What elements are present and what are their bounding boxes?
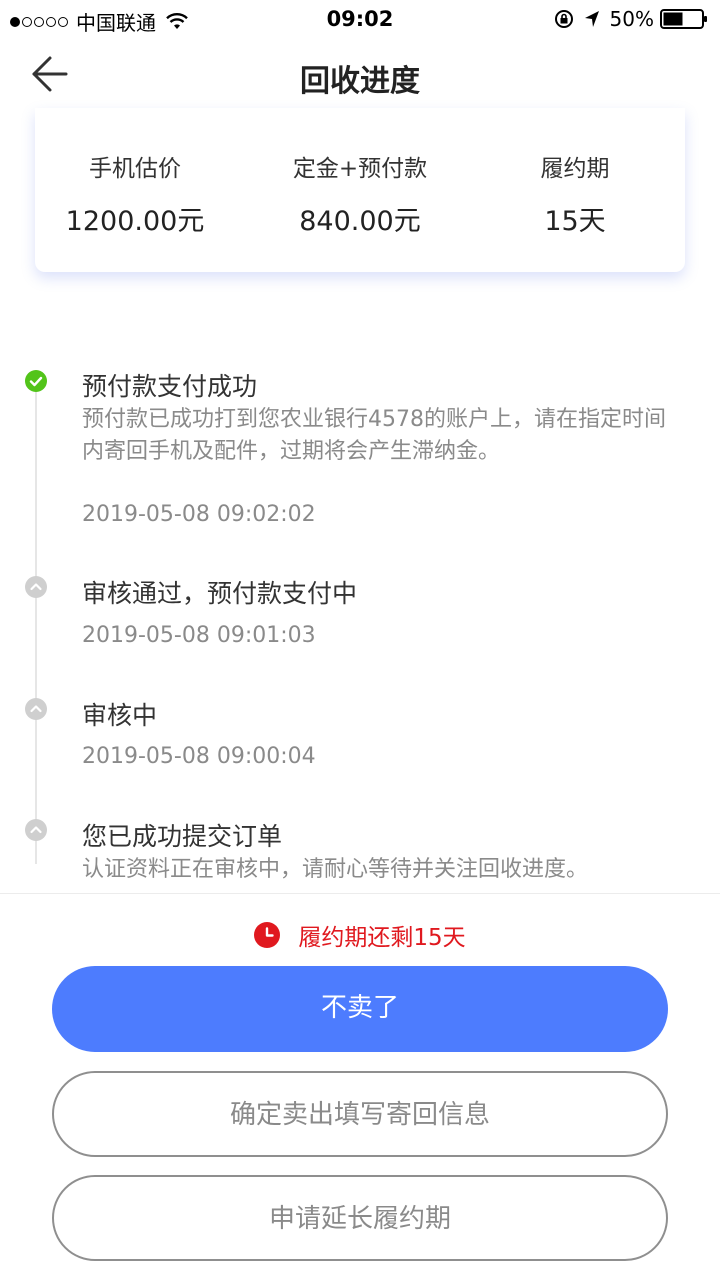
extend-period-button[interactable]: 申请延长履约期 <box>52 1175 668 1261</box>
check-circle-icon <box>25 370 47 392</box>
chevron-up-circle-icon <box>25 819 47 841</box>
estimate-label: 手机估价 <box>89 156 181 182</box>
period-column: 履约期 15天 <box>475 152 675 240</box>
timeline-step-title: 审核中 <box>82 701 158 730</box>
timeline-step-title: 预付款支付成功 <box>82 372 258 401</box>
timeline-line <box>35 380 37 864</box>
status-right: 50% <box>554 7 708 31</box>
deadline-text: 履约期还剩15天 <box>298 925 466 951</box>
page-title: 回收进度 <box>300 64 420 99</box>
deposit-column: 定金+预付款 840.00元 <box>260 152 460 240</box>
period-label: 履约期 <box>540 156 610 182</box>
timeline-step-time: 2019-05-08 09:01:03 <box>82 623 316 648</box>
period-value: 15天 <box>544 206 606 237</box>
location-arrow-icon <box>584 11 599 27</box>
estimate-value: 1200.00元 <box>65 206 205 237</box>
confirm-sale-button[interactable]: 确定卖出填写寄回信息 <box>52 1071 668 1157</box>
deposit-label: 定金+预付款 <box>292 156 428 182</box>
timeline-step-description: 预付款已成功打到您农业银行4578的账户上，请在指定时间内寄回手机及配件，过期将… <box>82 407 666 464</box>
estimate-column: 手机估价 1200.00元 <box>35 152 235 240</box>
chevron-up-circle-icon <box>25 576 47 598</box>
deadline-notice: 履约期还剩15天 <box>0 918 720 952</box>
status-bar: 中国联通 09:02 50% <box>0 0 720 40</box>
battery-percentage: 50% <box>609 7 654 31</box>
recycle-progress-screen: 中国联通 09:02 50% 回收进度 手机估价 1200.00元 定金+预付款… <box>0 0 720 1280</box>
timeline-step-title: 审核通过，预付款支付中 <box>82 579 358 608</box>
clock-icon <box>254 922 281 948</box>
rotation-lock-icon <box>554 10 573 28</box>
chevron-up-circle-icon <box>25 698 47 720</box>
summary-card: 手机估价 1200.00元 定金+预付款 840.00元 履约期 15天 <box>35 108 685 272</box>
battery-icon <box>660 9 707 29</box>
bottom-action-panel: 履约期还剩15天 不卖了 确定卖出填写寄回信息 申请延长履约期 <box>0 893 720 1280</box>
timeline-step-title: 您已成功提交订单 <box>82 822 283 851</box>
cancel-sale-button[interactable]: 不卖了 <box>52 966 668 1052</box>
timeline-step-time: 2019-05-08 09:02:02 <box>82 502 316 527</box>
timeline-step-time: 2019-05-08 09:00:04 <box>82 744 316 769</box>
navigation-bar: 回收进度 <box>0 40 720 108</box>
deposit-value: 840.00元 <box>299 206 421 237</box>
timeline-step-description: 认证资料正在审核中，请耐心等待并关注回收进度。 <box>82 857 589 882</box>
